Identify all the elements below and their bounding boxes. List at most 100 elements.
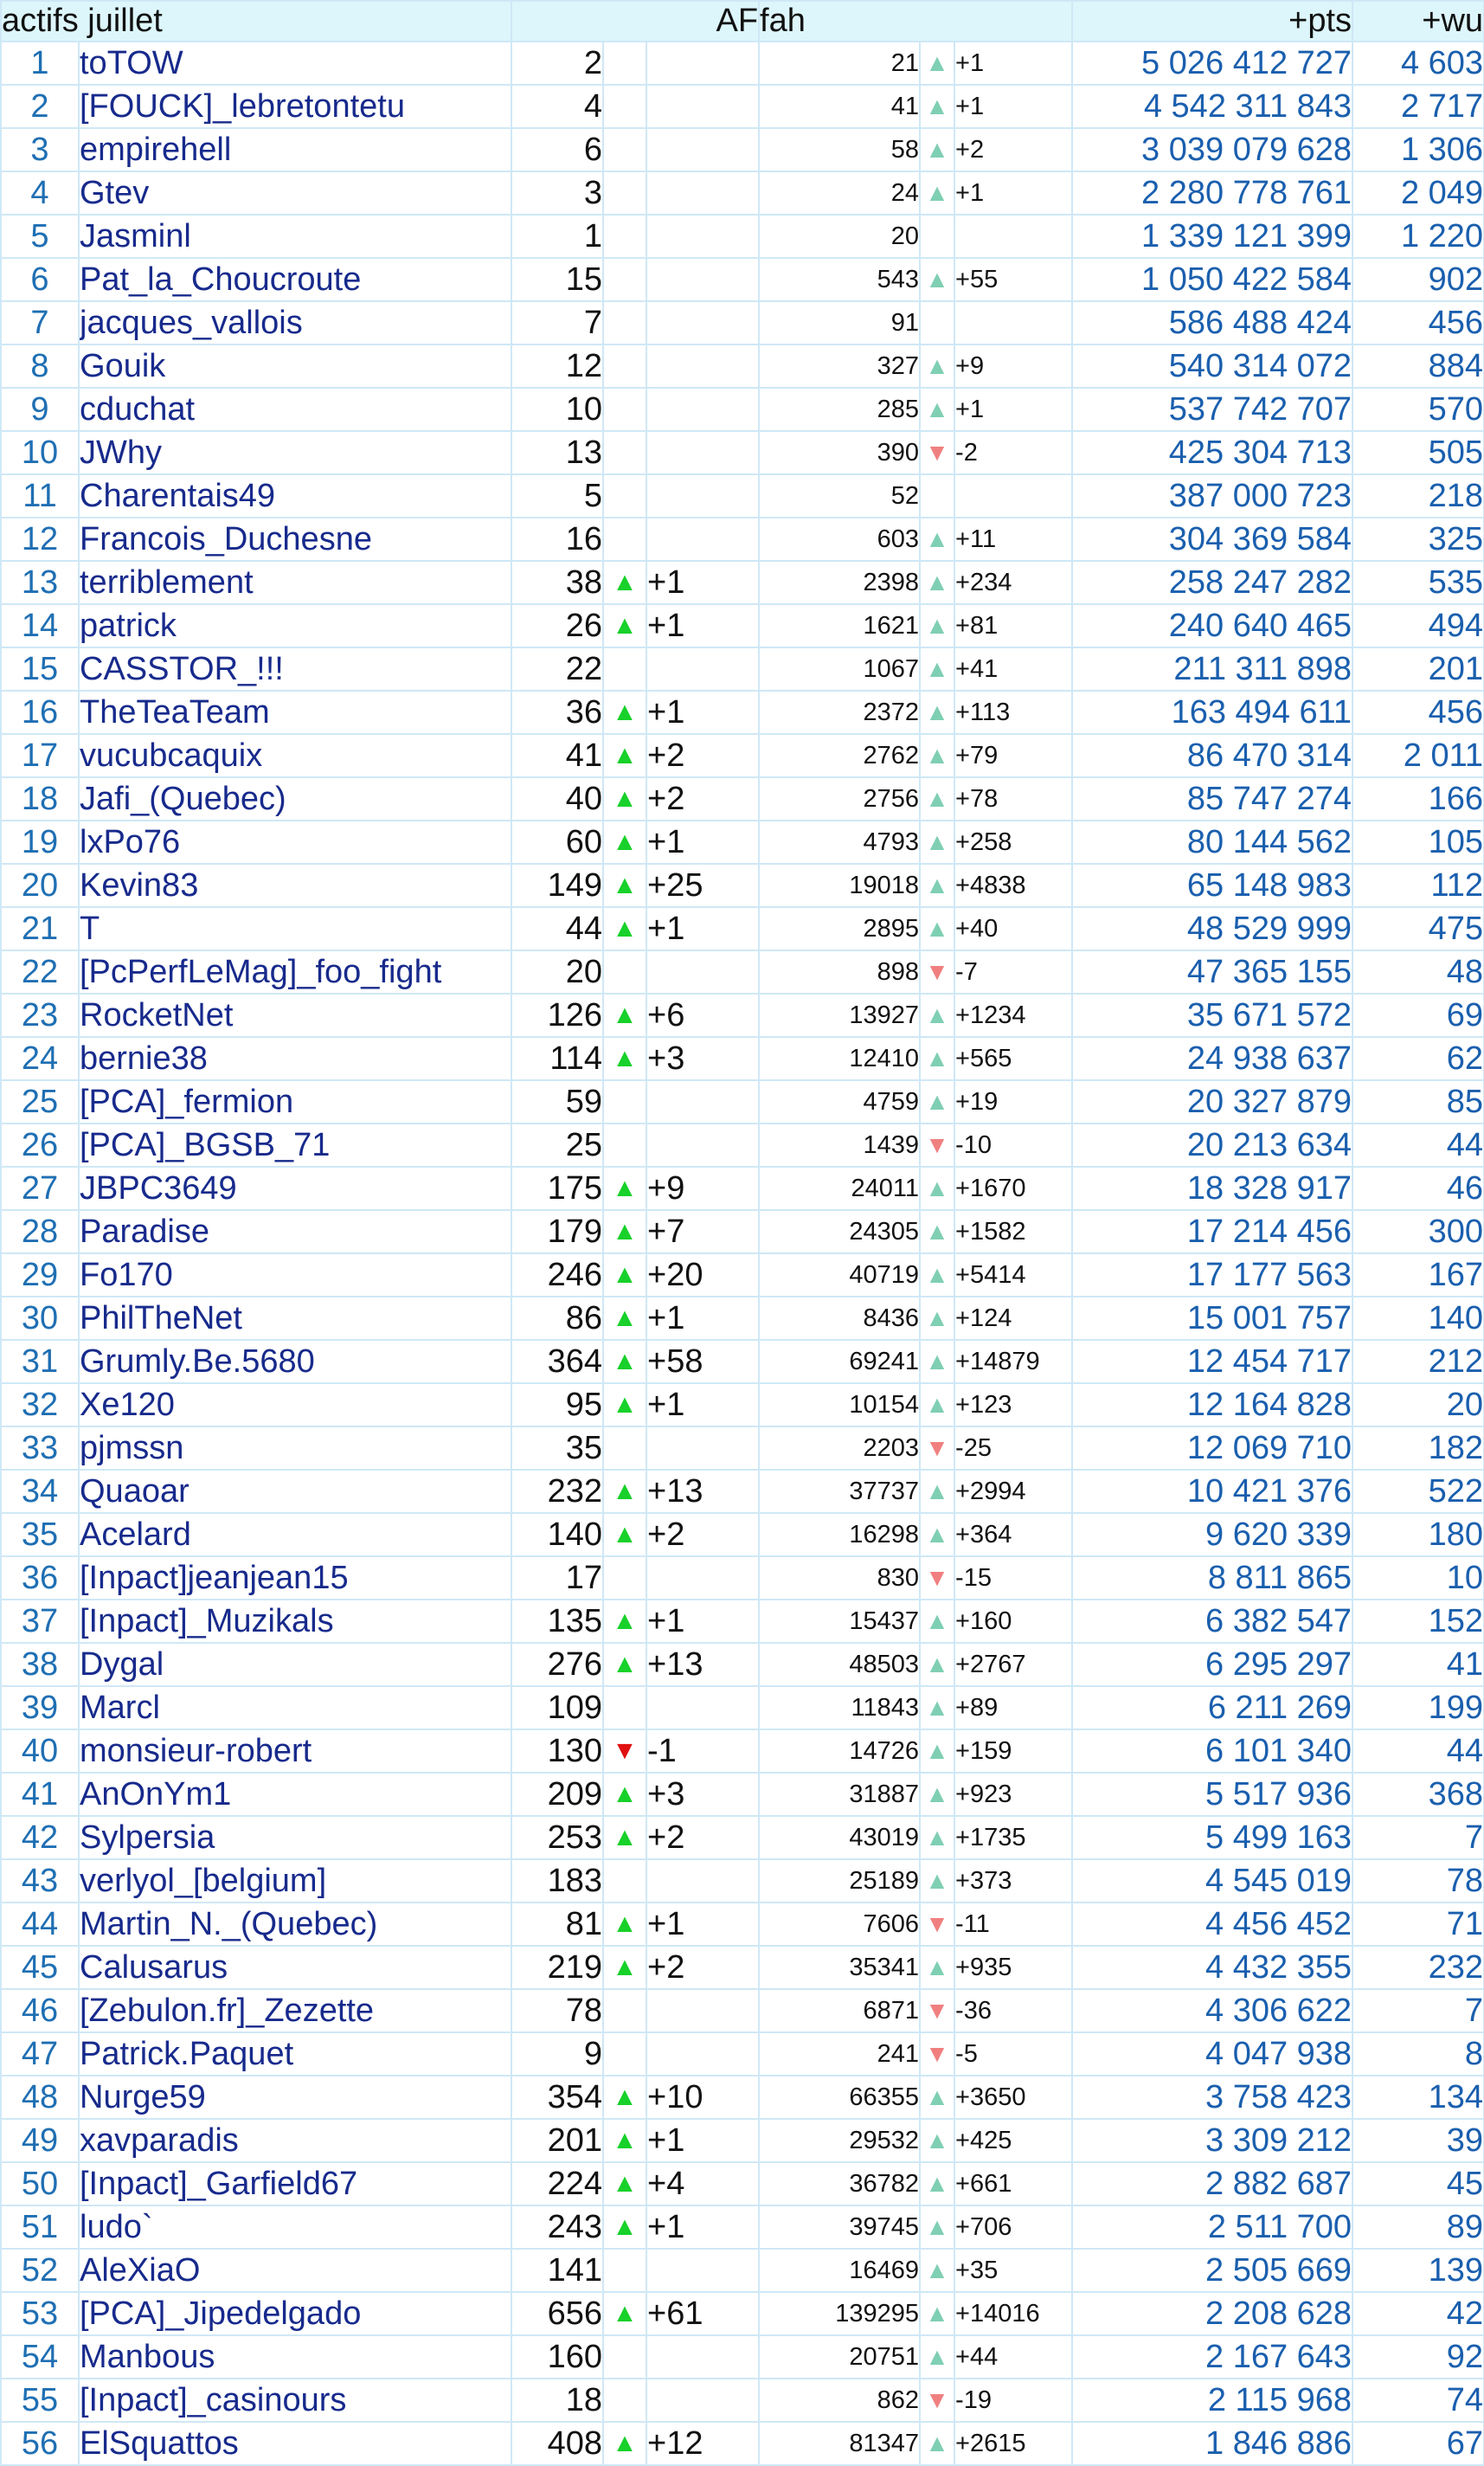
triangle-up-icon: ▲ [925, 179, 949, 206]
rank-cell: 26 [0, 1123, 80, 1168]
work-units-cell: 232 [1352, 1945, 1484, 1990]
table-row: 51 ludo` 243 ▲ +1 39745 ▲ +706 2 511 700 89 [0, 2205, 1484, 2250]
points-cell: 24 938 637 [1071, 1036, 1354, 1081]
work-units-cell: 902 [1352, 257, 1484, 302]
af-cell: 60 [511, 820, 604, 865]
fah-cell: 16298 [758, 1512, 922, 1557]
table-row: 13 terriblement 38 ▲ +1 2398 ▲ +234 258 247 282 5… [0, 560, 1484, 605]
work-units-cell: 182 [1352, 1426, 1484, 1471]
fah-arrow-cell: ▲ [919, 776, 956, 821]
points-cell: 80 144 562 [1071, 820, 1354, 865]
af-cell: 175 [511, 1166, 604, 1211]
af-arrow-cell: ▲ [602, 1036, 647, 1081]
af-cell: 59 [511, 1079, 604, 1124]
table-row: 16 TheTeaTeam 36 ▲ +1 2372 ▲ +113 163 494 611 456 [0, 690, 1484, 735]
fah-delta-cell: +2615 [954, 2421, 1074, 2466]
fah-cell: 285 [758, 387, 922, 432]
rank-cell: 51 [0, 2205, 80, 2250]
work-units-cell: 112 [1352, 863, 1484, 908]
triangle-up-icon: ▲ [925, 1954, 949, 1980]
triangle-up-icon: ▲ [612, 2083, 638, 2111]
fah-cell: 2895 [758, 906, 922, 951]
work-units-cell: 368 [1352, 1772, 1484, 1817]
fah-arrow-cell: ▲ [919, 127, 956, 172]
fah-arrow-cell: ▲ [919, 690, 956, 735]
triangle-up-icon: ▲ [925, 2430, 949, 2456]
points-cell: 540 314 072 [1071, 344, 1354, 389]
fah-cell: 2372 [758, 690, 922, 735]
table-row: 46 [Zebulon.fr]_Zezette 78 6871 ▼ -36 4 306 62… [0, 1988, 1484, 2033]
af-delta-cell: +25 [645, 863, 761, 908]
af-arrow-cell: ▲ [602, 820, 647, 865]
points-cell: 6 101 340 [1071, 1729, 1354, 1774]
triangle-up-icon: ▲ [925, 742, 949, 769]
fah-delta-cell: +2994 [954, 1469, 1074, 1514]
rank-cell: 22 [0, 950, 80, 995]
af-delta-cell [645, 41, 761, 86]
rank-cell: 34 [0, 1469, 80, 1514]
triangle-up-icon: ▲ [925, 569, 949, 596]
fah-cell: 91 [758, 300, 922, 345]
team-name-cell: [PcPerfLeMag]_foo_fight [78, 950, 512, 995]
af-cell: 253 [511, 1815, 604, 1860]
triangle-down-icon: ▼ [925, 958, 949, 985]
fah-delta-cell: +44 [954, 2334, 1074, 2379]
points-cell: 17 177 563 [1071, 1252, 1354, 1297]
fah-arrow-cell: ▲ [919, 906, 956, 951]
rank-cell: 49 [0, 2118, 80, 2163]
points-cell: 17 214 456 [1071, 1209, 1354, 1254]
triangle-up-icon: ▲ [925, 2083, 949, 2110]
rank-cell: 37 [0, 1599, 80, 1644]
team-name-cell: vucubcaquix [78, 733, 512, 778]
fah-delta-cell: +425 [954, 2118, 1074, 2163]
triangle-up-icon: ▲ [612, 698, 638, 726]
af-cell: 16 [511, 517, 604, 562]
af-delta-cell [645, 1858, 761, 1903]
fah-arrow-cell: ▲ [919, 344, 956, 389]
rank-cell: 12 [0, 517, 80, 562]
team-name-cell: Marcl [78, 1685, 512, 1730]
table-row: 18 Jafi_(Quebec) 40 ▲ +2 2756 ▲ +78 85 747 274 16… [0, 776, 1484, 821]
fah-cell: 13927 [758, 993, 922, 1038]
work-units-cell: 152 [1352, 1599, 1484, 1644]
work-units-cell: 8 [1352, 2031, 1484, 2076]
fah-cell: 29532 [758, 2118, 922, 2163]
fah-cell: 20751 [758, 2334, 922, 2379]
triangle-up-icon: ▲ [612, 1650, 638, 1678]
fah-arrow-cell: ▲ [919, 2205, 956, 2250]
fah-arrow-cell [919, 214, 956, 259]
table-row: 36 [Inpact]jeanjean15 17 830 ▼ -15 8 811 865 10 [0, 1555, 1484, 1600]
work-units-cell: 62 [1352, 1036, 1484, 1081]
team-name-cell: [PCA]_BGSB_71 [78, 1123, 512, 1168]
af-delta-cell [645, 473, 761, 518]
fah-delta-cell: +19 [954, 1079, 1074, 1124]
team-name-cell: Charentais49 [78, 473, 512, 518]
triangle-up-icon: ▲ [612, 2299, 638, 2328]
work-units-cell: 4 603 [1352, 41, 1484, 86]
fah-arrow-cell: ▲ [919, 1209, 956, 1254]
triangle-up-icon: ▲ [925, 1780, 949, 1807]
af-delta-cell: +58 [645, 1339, 761, 1384]
fah-arrow-cell: ▲ [919, 1815, 956, 1860]
af-delta-cell: +1 [645, 906, 761, 951]
rank-cell: 13 [0, 560, 80, 605]
fah-arrow-cell: ▲ [919, 2291, 956, 2336]
fah-arrow-cell: ▲ [919, 1772, 956, 1817]
points-cell: 6 211 269 [1071, 1685, 1354, 1730]
af-arrow-cell: ▲ [602, 1252, 647, 1297]
triangle-up-icon: ▲ [612, 1780, 638, 1808]
af-cell: 40 [511, 776, 604, 821]
table-row: 48 Nurge59 354 ▲ +10 66355 ▲ +3650 3 758 423 134 [0, 2075, 1484, 2120]
rank-cell: 23 [0, 993, 80, 1038]
af-delta-cell: +1 [645, 603, 761, 648]
triangle-up-icon: ▲ [925, 2127, 949, 2154]
points-cell: 4 456 452 [1071, 1902, 1354, 1947]
af-cell: 209 [511, 1772, 604, 1817]
work-units-cell: 89 [1352, 2205, 1484, 2250]
af-cell: 81 [511, 1902, 604, 1947]
rank-cell: 32 [0, 1382, 80, 1427]
work-units-cell: 1 306 [1352, 127, 1484, 172]
fah-arrow-cell: ▲ [919, 1252, 956, 1297]
af-delta-cell: -1 [645, 1729, 761, 1774]
af-cell: 95 [511, 1382, 604, 1427]
